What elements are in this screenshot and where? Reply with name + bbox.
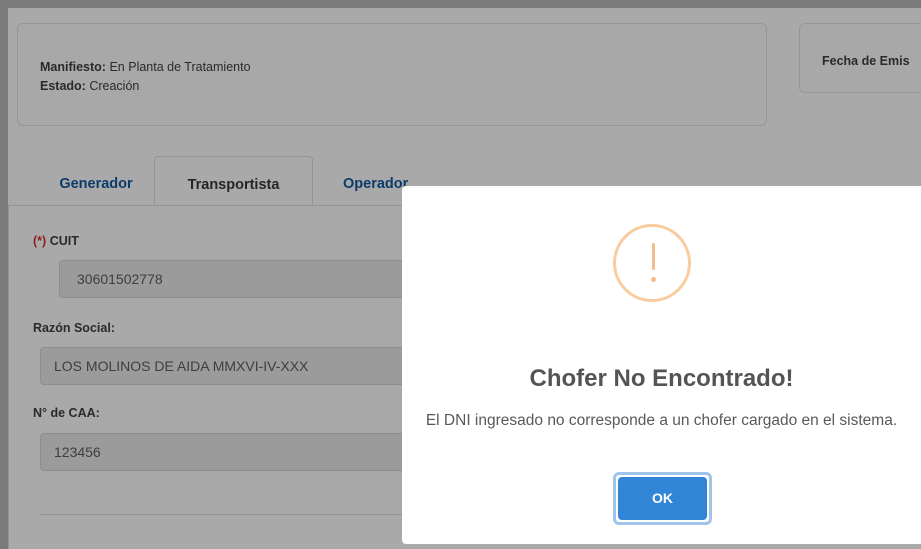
warning-dot [651, 277, 656, 282]
modal-title: Chofer No Encontrado! [529, 365, 794, 392]
caa-field[interactable]: 123456 [40, 433, 420, 471]
form-divider [40, 514, 420, 515]
razon-social-label: Razón Social: [33, 321, 115, 335]
date-card: Fecha de Emis [799, 23, 921, 93]
left-strip [0, 8, 8, 549]
ok-button[interactable]: OK [618, 477, 707, 520]
alert-modal: Chofer No Encontrado! El DNI ingresado n… [402, 186, 921, 544]
cuit-label: CUIT [49, 234, 79, 248]
razon-social-field[interactable]: LOS MOLINOS DE AIDA MMXVI-IV-XXX [40, 347, 420, 385]
status-row: Estado: Creación [40, 77, 766, 96]
manifest-row: Manifiesto: En Planta de Tratamiento [40, 58, 766, 77]
warning-icon [613, 224, 691, 302]
required-marker: (*) [33, 234, 47, 248]
warning-bar [652, 243, 655, 270]
modal-message: El DNI ingresado no corresponde a un cho… [425, 412, 898, 429]
tab-transportista[interactable]: Transportista [154, 156, 313, 206]
cuit-label-row: (*) CUIT [33, 234, 79, 248]
status-label: Estado: [40, 79, 86, 93]
status-value: Creación [89, 79, 140, 93]
tab-generador[interactable]: Generador [38, 156, 154, 206]
cuit-field[interactable]: 30601502778 [59, 260, 419, 298]
manifest-label: Manifiesto: [40, 60, 106, 74]
ok-button-focus-ring: OK [613, 472, 712, 525]
panel-border [8, 205, 9, 549]
caa-label: N° de CAA: [33, 406, 100, 420]
top-strip [0, 0, 921, 8]
manifest-value: En Planta de Tratamiento [109, 60, 251, 74]
manifest-info-card: Manifiesto: En Planta de Tratamiento Est… [17, 23, 767, 126]
date-label: Fecha de Emis [822, 54, 910, 68]
